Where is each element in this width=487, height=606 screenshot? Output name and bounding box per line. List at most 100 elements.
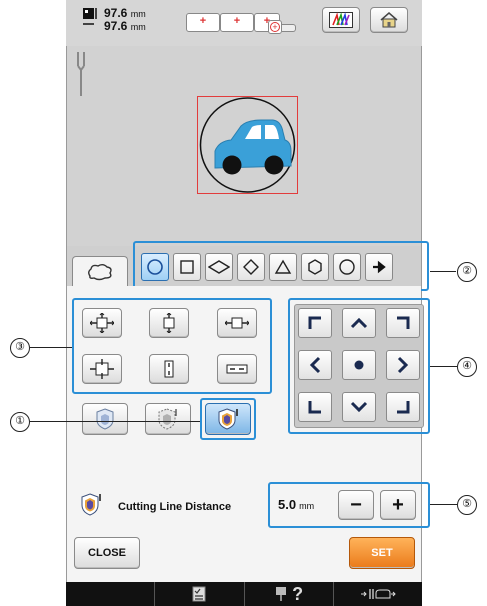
arrow-up-right-icon [397,316,410,329]
thread-palette-icon [329,12,353,28]
home-button[interactable] [370,7,408,33]
close-button[interactable]: CLOSE [74,537,140,569]
minus-icon: − [350,493,362,516]
layout-shrink-horizontal-button[interactable] [217,354,257,384]
plus-icon: + [392,493,404,516]
shape-buttons [141,253,421,283]
shape-next-button[interactable] [365,253,393,281]
height-unit: mm [130,22,146,32]
circle-shape-icon [147,259,163,275]
layout-shrink-vertical-button[interactable] [149,354,189,384]
applique-shape-icon [88,263,112,280]
square-shape-icon [180,260,194,274]
height-value: 97.6 [104,19,128,33]
arrow-left-icon [309,356,321,374]
layout-move-vertical-button[interactable] [149,308,189,338]
shape-hexagon-button[interactable] [301,253,329,281]
layout-shrink-all-button[interactable] [82,354,122,384]
pattern-preview [199,97,296,193]
cutting-distance-icon [80,492,102,518]
pattern-height: 97.6 mm [104,20,146,34]
shield-cut-icon [218,408,238,430]
arrow-right-icon [373,260,386,274]
close-button-label: CLOSE [88,547,126,559]
frame-current-icon: + [268,20,282,34]
thread-color-button[interactable] [322,7,360,33]
set-button-label: SET [371,547,393,559]
expand-all-icon [90,313,114,333]
width-value: 97.6 [104,6,128,20]
arrow-right-chevron-icon [397,356,409,374]
arrow-down-left-icon [308,401,321,414]
expand-horizontal-icon [225,317,249,329]
distance-increase-button[interactable]: + [380,490,416,520]
distance-decrease-button[interactable]: − [338,490,374,520]
cutting-line-off-button[interactable] [82,403,128,435]
pattern-size-icon [82,7,100,29]
presser-foot-button[interactable] [334,582,422,606]
center-dot-icon [354,360,364,370]
frame-tab [282,24,296,32]
hexagon-shape-icon [308,259,322,275]
callout-5: ⑤ [457,495,477,515]
move-left-button[interactable] [298,350,332,380]
width-unit: mm [130,9,146,19]
callout-1: ① [10,412,30,432]
bottom-bar-sections: ? [66,582,422,606]
callout-line-4 [430,366,457,367]
callout-3: ③ [10,338,30,358]
move-up-right-button[interactable] [386,308,420,338]
distance-value: 5.0 [278,497,297,512]
cutting-line-on-button[interactable] [205,403,251,435]
checklist-button[interactable] [155,582,245,606]
arrow-down-icon [350,401,368,413]
shape-diamond-button[interactable] [237,253,265,281]
checklist-icon [192,586,206,602]
frame-size-indicator: + + + + [186,11,304,35]
arrow-down-right-icon [397,401,410,414]
frame-medium: + [220,13,254,32]
layout-move-horizontal-button[interactable] [217,308,257,338]
arrow-up-left-icon [308,316,321,329]
set-button[interactable]: SET [349,537,415,569]
wide-diamond-shape-icon [208,260,230,274]
help-question: ? [292,584,304,604]
distance-readout: 5.0 mm [278,497,314,512]
callout-2: ② [457,262,477,282]
callout-line-1 [30,421,200,422]
shape-square-button[interactable] [173,253,201,281]
shield-icon [96,408,114,430]
car-pattern [214,119,292,175]
move-right-button[interactable] [386,350,420,380]
callout-line-2 [430,271,456,272]
help-button[interactable]: ? [245,582,334,606]
arrow-up-icon [350,317,368,329]
callout-4: ④ [457,357,477,377]
frame-small: + [186,13,220,32]
diamond-shape-icon [243,259,259,275]
needle-icon [76,52,86,98]
shrink-horizontal-icon [226,364,248,374]
shield-dashed-icon [158,408,177,430]
move-down-button[interactable] [342,392,376,422]
cutting-distance-label: Cutting Line Distance [118,501,232,513]
shape-triangle-button[interactable] [269,253,297,281]
shape-octagon-button[interactable] [333,253,361,281]
shrink-vertical-icon [164,360,174,378]
expand-vertical-icon [163,313,175,333]
move-center-button[interactable] [342,350,376,380]
applique-outline-button[interactable] [72,256,128,286]
move-down-left-button[interactable] [298,392,332,422]
move-up-left-button[interactable] [298,308,332,338]
layout-move-all-button[interactable] [82,308,122,338]
shrink-all-icon [90,359,114,379]
shape-wide-diamond-button[interactable] [205,253,233,281]
move-down-right-button[interactable] [386,392,420,422]
home-icon [380,12,398,28]
move-up-button[interactable] [342,308,376,338]
cutting-line-dashed-button[interactable] [145,403,191,435]
callout-line-3 [30,347,72,348]
shape-circle-button[interactable] [141,253,169,281]
callout-line-5 [430,504,457,505]
distance-unit: mm [299,501,315,511]
